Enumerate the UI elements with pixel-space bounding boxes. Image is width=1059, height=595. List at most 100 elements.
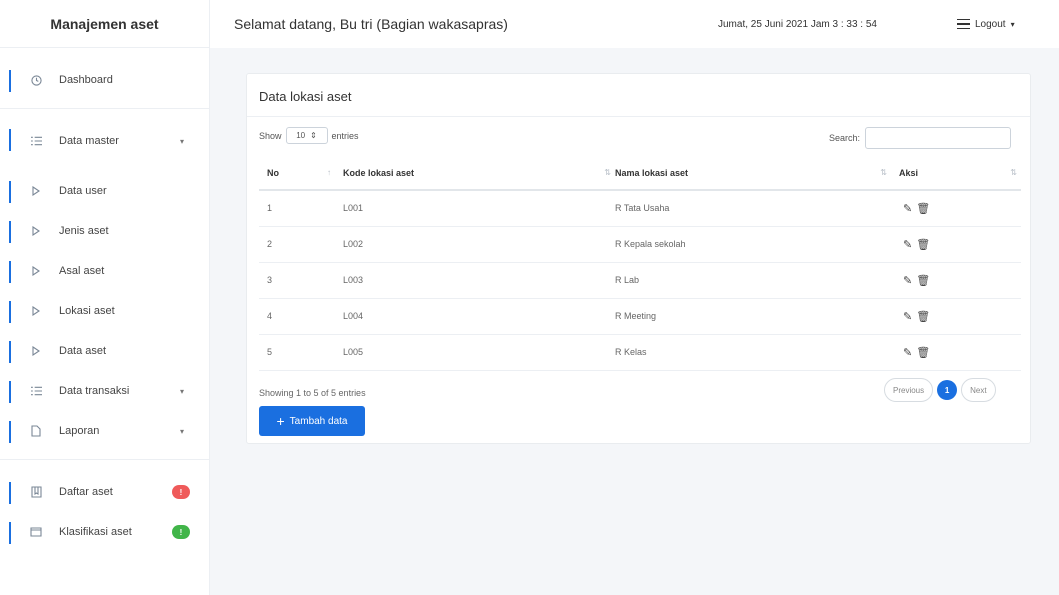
logout-menu[interactable]: Logout ▾ [957,19,1015,30]
notification-badge: ! [172,525,190,539]
show-label: Show [259,130,282,141]
chevron-down-icon: ▾ [180,136,185,146]
list-icon [27,386,45,396]
trash-icon[interactable]: 🗑 [916,311,930,323]
sidebar-item-label: Jenis aset [59,225,109,237]
cell-aksi: ✎ 🗑 [891,190,1021,227]
lokasi-aset-card: Data lokasi aset Show 10 ⇕ entries Searc… [246,73,1031,444]
pagination: Previous 1 Next [884,378,996,402]
clock-icon [27,74,45,86]
cell-aksi: ✎ 🗑 [891,298,1021,335]
trash-icon[interactable]: 🗑 [916,275,930,287]
cell-nama: R Lab [615,262,891,299]
trash-icon[interactable]: 🗑 [916,203,930,215]
plus-icon: + [276,413,285,429]
cell-kode: L005 [343,334,615,371]
table-row: 5 L005 R Kelas ✎ 🗑 [259,334,1021,371]
entries-select-value: 10 [296,131,306,140]
cell-kode: L001 [343,190,615,227]
trash-icon[interactable]: 🗑 [916,239,930,251]
select-arrows-icon: ⇕ [310,131,317,140]
sort-icon: ⇅ [880,167,887,177]
chevron-down-icon: ▾ [180,386,185,396]
sort-icon: ⇅ [1010,167,1017,177]
sidebar-item-data-transaksi[interactable]: Data transaksi ▾ [0,371,209,411]
tambah-data-label: Tambah data [289,415,348,427]
edit-icon[interactable]: ✎ [903,275,912,287]
column-header-kode[interactable]: Kode lokasi aset ⇅ [343,156,615,191]
sidebar-item-label: Data transaksi [59,385,130,397]
table-info: Showing 1 to 5 of 5 entries [259,388,366,398]
sidebar-item-label: Laporan [59,425,100,437]
chevron-down-icon: ▾ [1010,19,1015,29]
trash-icon[interactable]: 🗑 [916,347,930,359]
lokasi-aset-table: No ↑ Kode lokasi aset ⇅ Nama lokasi aset ⇅ … [259,156,1021,371]
cell-kode: L002 [343,226,615,263]
sidebar-item-daftar-aset[interactable]: Daftar aset ! [0,472,209,512]
sidebar-item-lokasi-aset[interactable]: Lokasi aset [0,291,209,331]
top-bar: Selamat datang, Bu tri (Bagian wakasapra… [210,0,1059,48]
play-icon [27,306,45,316]
sidebar-item-label: Dashboard [59,74,113,86]
sidebar-item-label: Asal aset [59,265,105,277]
entries-select[interactable]: 10 ⇕ [285,127,328,144]
edit-icon[interactable]: ✎ [903,203,912,215]
welcome-text: Selamat datang, Bu tri (Bagian wakasapra… [234,16,508,32]
cell-no: 4 [259,298,343,335]
book-icon [27,486,45,498]
sidebar: Manajemen aset Dashboard Data master ▾ D… [0,0,210,595]
search-label: Search: [829,133,861,143]
sort-icon: ⇅ [604,167,611,177]
sidebar-item-label: Data master [59,135,119,147]
sidebar-item-data-user[interactable]: Data user [0,171,209,211]
page-1-button[interactable]: 1 [937,380,958,400]
sidebar-item-label: Data aset [59,345,107,357]
sidebar-item-data-master[interactable]: Data master ▾ [0,119,209,163]
sidebar-item-dashboard[interactable]: Dashboard [0,60,209,100]
edit-icon[interactable]: ✎ [903,311,912,323]
sidebar-item-klasifikasi-aset[interactable]: Klasifikasi aset ! [0,512,209,552]
sidebar-item-label: Lokasi aset [59,305,115,317]
table-row: 4 L004 R Meeting ✎ 🗑 [259,298,1021,335]
sidebar-item-jenis-aset[interactable]: Jenis aset [0,211,209,251]
cell-nama: R Kepala sekolah [615,226,891,263]
column-header-aksi[interactable]: Aksi ⇅ [891,156,1021,191]
sidebar-item-data-aset[interactable]: Data aset [0,331,209,371]
play-icon [27,346,45,356]
edit-icon[interactable]: ✎ [903,347,912,359]
sidebar-item-label: Data user [59,185,107,197]
sidebar-item-laporan[interactable]: Laporan ▾ [0,411,209,451]
folder-icon [27,527,45,537]
cell-nama: R Tata Usaha [615,190,891,227]
table-row: 3 L003 R Lab ✎ 🗑 [259,262,1021,299]
file-icon [27,425,45,437]
next-page-button[interactable]: Next [961,378,996,402]
cell-aksi: ✎ 🗑 [891,226,1021,263]
card-title: Data lokasi aset [259,89,352,104]
cell-nama: R Meeting [615,298,891,335]
chevron-down-icon: ▾ [180,426,185,436]
logout-label: Logout [975,18,1006,30]
play-icon [27,266,45,276]
entries-length: Show 10 ⇕ entries [259,127,359,144]
edit-icon[interactable]: ✎ [903,239,912,251]
sort-icon: ↑ [327,167,331,177]
play-icon [27,186,45,196]
datetime: Jumat, 25 Juni 2021 Jam 3 : 33 : 54 [718,18,877,30]
cell-aksi: ✎ 🗑 [891,262,1021,299]
previous-page-button[interactable]: Previous [884,378,934,402]
cell-kode: L004 [343,298,615,335]
list-icon [27,136,45,146]
search-input[interactable] [865,127,1012,149]
cell-no: 2 [259,226,343,263]
column-header-nama[interactable]: Nama lokasi aset ⇅ [615,156,891,191]
column-header-no[interactable]: No ↑ [259,156,343,191]
tambah-data-button[interactable]: + Tambah data [259,406,365,436]
play-icon [27,226,45,236]
cell-no: 5 [259,334,343,371]
table-header-row: No ↑ Kode lokasi aset ⇅ Nama lokasi aset ⇅ … [259,156,1021,191]
cell-nama: R Kelas [615,334,891,371]
notification-badge: ! [172,485,190,499]
sidebar-item-asal-aset[interactable]: Asal aset [0,251,209,291]
table-row: 1 L001 R Tata Usaha ✎ 🗑 [259,190,1021,227]
